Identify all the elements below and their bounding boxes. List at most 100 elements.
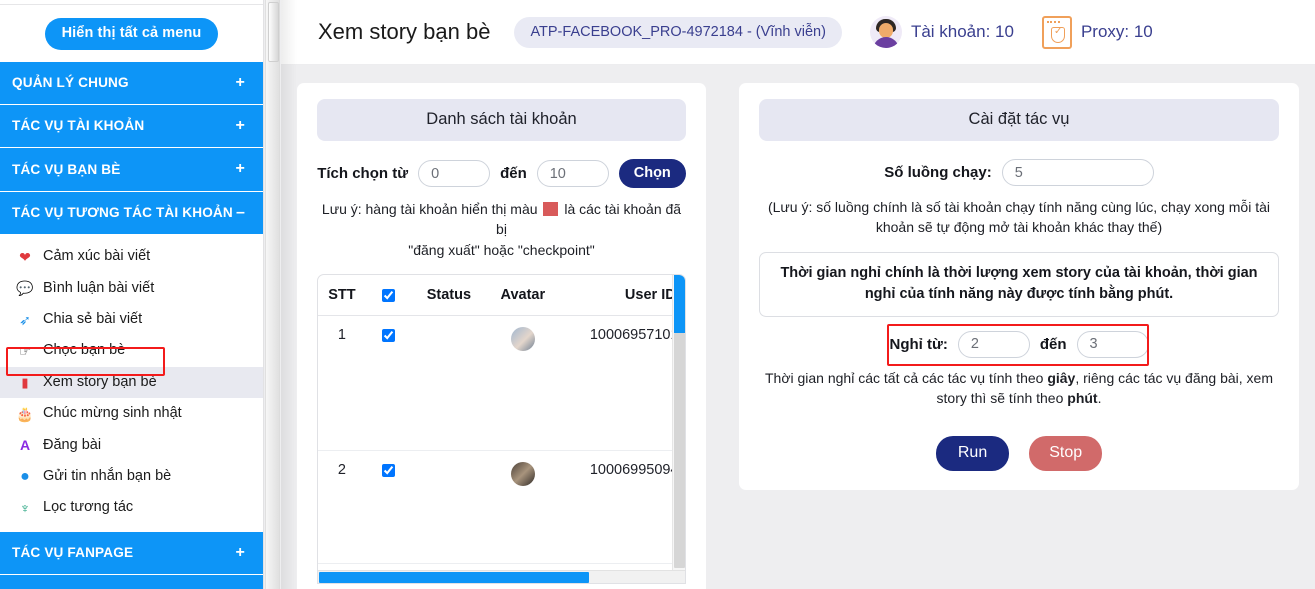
settings-panel: Cài đặt tác vụ Số luồng chạy: (Lưu ý: số… (739, 83, 1299, 490)
sidebar-item-xem-story-ban-be[interactable]: ▮ Xem story bạn bè (0, 366, 263, 399)
table-vertical-scrollbar-thumb[interactable] (674, 332, 685, 568)
heart-icon: ❤ (19, 248, 31, 265)
sidebar-item-chuc-mung-sinh-nhat[interactable]: 🎂 Chúc mừng sinh nhật (0, 398, 263, 429)
page-title: Xem story bạn bè (318, 19, 491, 44)
cell-checkbox (365, 315, 412, 452)
sidebar-scrollbar-thumb[interactable] (268, 2, 279, 62)
minus-icon: – (235, 203, 245, 221)
sidebar-item-label: Cảm xúc bài viết (43, 248, 151, 265)
th-user-id: User ID (559, 274, 685, 316)
sidebar-group-label: TÁC VỤ TƯƠNG TÁC TÀI KHOẢN (12, 205, 233, 221)
accounts-note-part1: Lưu ý: hàng tài khoản hiển thị màu (321, 201, 538, 217)
poke-hand-icon: ☞ (18, 343, 32, 360)
sidebar-group-label: TÁC VỤ TÀI KHOẢN (12, 118, 145, 134)
select-to-input[interactable] (536, 160, 609, 187)
cell-stt: 1 (318, 315, 366, 452)
post-a-icon: A (19, 437, 31, 454)
sidebar-item-chia-se-bai-viet[interactable]: ➶ Chia sẻ bài viết (0, 304, 263, 335)
run-button[interactable]: Run (935, 436, 1010, 472)
th-avatar: Avatar (486, 274, 560, 316)
table-horizontal-scrollbar[interactable] (318, 569, 685, 583)
rest-note-a: Thời gian nghỉ các tất cả các tác vụ tín… (764, 369, 1048, 386)
sidebar-item-label: Chọc bạn bè (43, 342, 126, 359)
sidebar-group-quan-ly-chung[interactable]: QUẢN LÝ CHUNG + (0, 61, 263, 106)
table-horizontal-scrollbar-thumb[interactable] (319, 571, 589, 583)
sidebar-group-tac-vu-ban-be[interactable]: TÁC VỤ BẠN BÈ + (0, 148, 263, 192)
cell-status (411, 315, 487, 452)
select-from-label: Tích chọn từ (317, 165, 409, 182)
row-checkbox[interactable] (382, 463, 396, 477)
select-button[interactable]: Chọn (618, 159, 686, 188)
cell-user-id: 100069950947752 (559, 450, 685, 565)
table-vertical-scrollbar[interactable] (672, 274, 685, 583)
cell-avatar (486, 315, 560, 452)
messenger-icon: ● (20, 467, 30, 485)
red-swatch-icon (543, 202, 559, 216)
proxy-shield-icon (1041, 15, 1072, 49)
plus-icon: + (235, 117, 245, 135)
proxy-stat: Proxy: 10 (1041, 15, 1153, 49)
user-avatar-icon (869, 16, 902, 48)
table-scroll-top-marker (674, 274, 685, 333)
main-area: Xem story bạn bè ATP-FACEBOOK_PRO-497218… (281, 0, 1315, 589)
sidebar-item-gui-tin-nhan-ban-be[interactable]: ● Gửi tin nhắn bạn bè (0, 461, 263, 492)
sidebar-item-label: Đăng bài (43, 436, 102, 453)
show-all-menu-button[interactable]: Hiển thị tất cả menu (44, 18, 219, 50)
sidebar-item-choc-ban-be[interactable]: ☞ Chọc bạn bè (0, 335, 263, 366)
table-header-row: STT Status Avatar User ID Nam (318, 274, 685, 316)
rest-note-b: giây (1047, 369, 1076, 386)
rest-info-box: Thời gian nghỉ chính là thời lượng xem s… (759, 251, 1279, 317)
th-status: Status (411, 274, 487, 316)
sidebar-item-dang-bai[interactable]: A Đăng bài (0, 430, 263, 461)
accounts-panel-title: Danh sách tài khoản (317, 99, 686, 141)
cell-user-id: 100069571014323 (559, 315, 685, 452)
sidebar-item-label: Bình luận bài viết (43, 279, 155, 296)
select-to-label: đến (500, 165, 527, 182)
content-area: Danh sách tài khoản Tích chọn từ đến Chọ… (281, 65, 1315, 589)
share-icon: ➶ (19, 311, 31, 328)
accounts-table: STT Status Avatar User ID Nam 1 (318, 274, 685, 583)
rest-range-row: Nghỉ từ: đến (759, 323, 1279, 366)
sidebar-item-binh-luan-bai-viet[interactable]: 💬 Bình luận bài viết (0, 273, 263, 304)
rest-from-label: Nghỉ từ: (889, 335, 948, 353)
sidebar-show-all-menu-wrap: Hiển thị tất cả menu (0, 5, 263, 62)
story-phone-icon: ▮ (21, 374, 29, 390)
row-checkbox[interactable] (382, 328, 396, 342)
select-all-checkbox[interactable] (382, 288, 396, 302)
rest-from-input[interactable] (957, 330, 1030, 358)
sidebar-submenu: ❤ Cảm xúc bài viết 💬 Bình luận bài viết … (0, 235, 263, 532)
app-root: Hiển thị tất cả menu QUẢN LÝ CHUNG + TÁC… (0, 0, 1315, 589)
sidebar-group-tac-vu-fanpage[interactable]: TÁC VỤ FANPAGE + (0, 531, 263, 576)
th-stt: STT (318, 274, 366, 316)
cell-checkbox (365, 450, 412, 565)
plus-icon: + (235, 543, 245, 561)
settings-panel-title: Cài đặt tác vụ (759, 99, 1279, 141)
plus-icon: + (235, 160, 245, 178)
sidebar-item-loc-tuong-tac[interactable]: ♆ Lọc tương tác (0, 492, 263, 523)
sidebar-group-label: TÁC VỤ FANPAGE (12, 545, 134, 561)
threads-label: Số luồng chạy: (884, 164, 992, 181)
sidebar-vertical-scrollbar[interactable] (265, 0, 280, 589)
table-row[interactable]: 2 100069950947752 Lã HồAn(ThaThủ (318, 450, 685, 565)
threads-note: (Lưu ý: số luồng chính là số tài khoản c… (767, 199, 1270, 236)
sidebar-group-tac-vu-tai-khoan[interactable]: TÁC VỤ TÀI KHOẢN + (0, 105, 263, 149)
sidebar-group-tac-vu-tuong-tac-nhom[interactable]: TÁC VỤ TƯƠNG TÁC NHÓM + (0, 575, 263, 589)
rest-note-d: phút (1067, 389, 1098, 406)
stop-button[interactable]: Stop (1029, 436, 1103, 472)
row-avatar (510, 462, 535, 487)
proxy-stat-label: Proxy: 10 (1080, 22, 1153, 41)
sidebar-item-cam-xuc-bai-viet[interactable]: ❤ Cảm xúc bài viết (0, 241, 263, 272)
select-range-row: Tích chọn từ đến Chọn (317, 159, 686, 188)
table-row[interactable]: 1 100069571014323 Hồ ĐHoHạn(HươLy (318, 315, 685, 452)
select-from-input[interactable] (418, 160, 491, 187)
sidebar-group-label: QUẢN LÝ CHUNG (12, 75, 129, 91)
sidebar-item-label: Lọc tương tác (43, 499, 134, 516)
threads-input[interactable] (1001, 159, 1154, 186)
sidebar-group-tac-vu-tuong-tac-tai-khoan[interactable]: TÁC VỤ TƯƠNG TÁC TÀI KHOẢN – (0, 191, 263, 236)
comment-icon: 💬 (16, 280, 34, 297)
license-badge: ATP-FACEBOOK_PRO-4972184 - (Vĩnh viễn) (514, 16, 842, 48)
rest-to-label: đến (1039, 335, 1067, 353)
th-select-all (365, 274, 412, 316)
rest-to-input[interactable] (1076, 330, 1149, 358)
cell-status (411, 450, 487, 565)
